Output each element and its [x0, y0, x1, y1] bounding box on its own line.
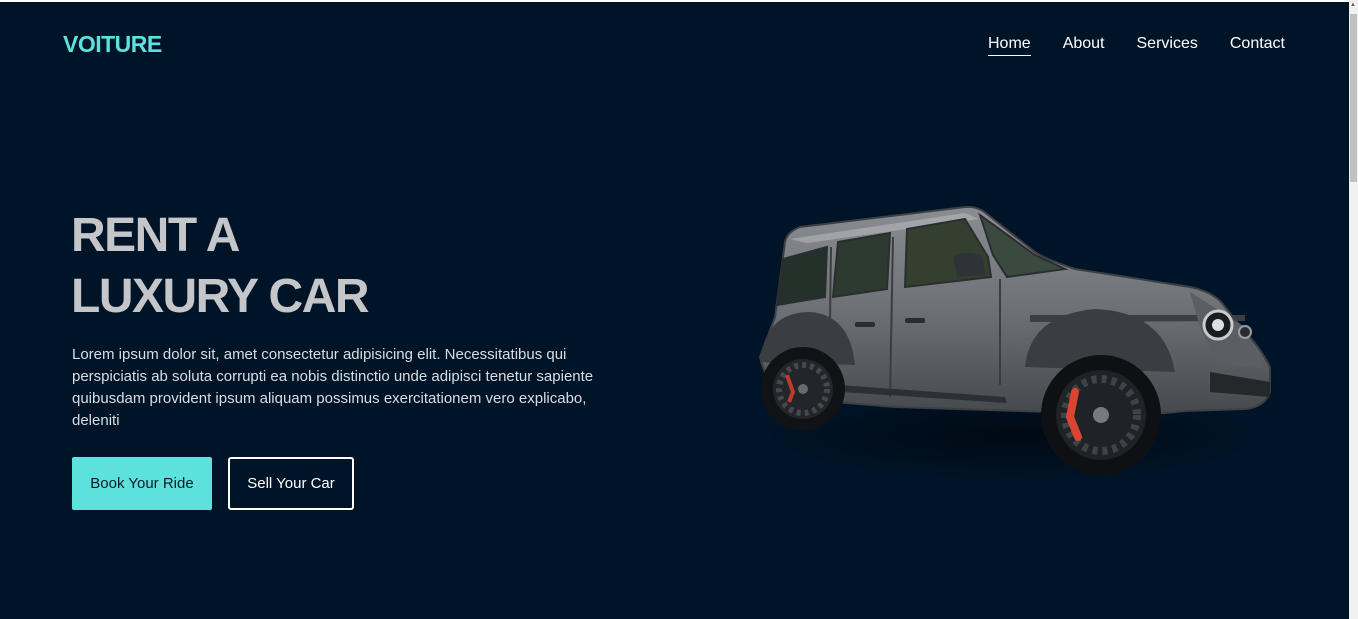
- nav-item-contact[interactable]: Contact: [1230, 35, 1285, 56]
- hero-title-line-1: RENT A: [71, 209, 240, 262]
- hero-title: RENT A LUXURY CAR: [71, 205, 370, 327]
- vertical-scrollbar[interactable]: ▲: [1349, 0, 1358, 619]
- nav-item-services[interactable]: Services: [1137, 35, 1198, 56]
- luxury-suv-image: [755, 205, 1275, 480]
- nav-item-about[interactable]: About: [1063, 35, 1105, 56]
- sell-car-button[interactable]: Sell Your Car: [228, 457, 354, 510]
- scrollbar-thumb[interactable]: [1350, 14, 1357, 182]
- book-ride-button[interactable]: Book Your Ride: [72, 457, 212, 510]
- hero-description: Lorem ipsum dolor sit, amet consectetur …: [72, 346, 594, 429]
- brand-logo[interactable]: VOITURE: [63, 31, 162, 58]
- main-nav: Home About Services Contact: [988, 35, 1285, 56]
- scroll-up-arrow-icon[interactable]: ▲: [1350, 2, 1356, 8]
- nav-item-home[interactable]: Home: [988, 35, 1031, 56]
- hero-title-line-2: LUXURY CAR: [71, 270, 370, 323]
- page-viewport: VOITURE Home About Services Contact RENT…: [0, 2, 1349, 619]
